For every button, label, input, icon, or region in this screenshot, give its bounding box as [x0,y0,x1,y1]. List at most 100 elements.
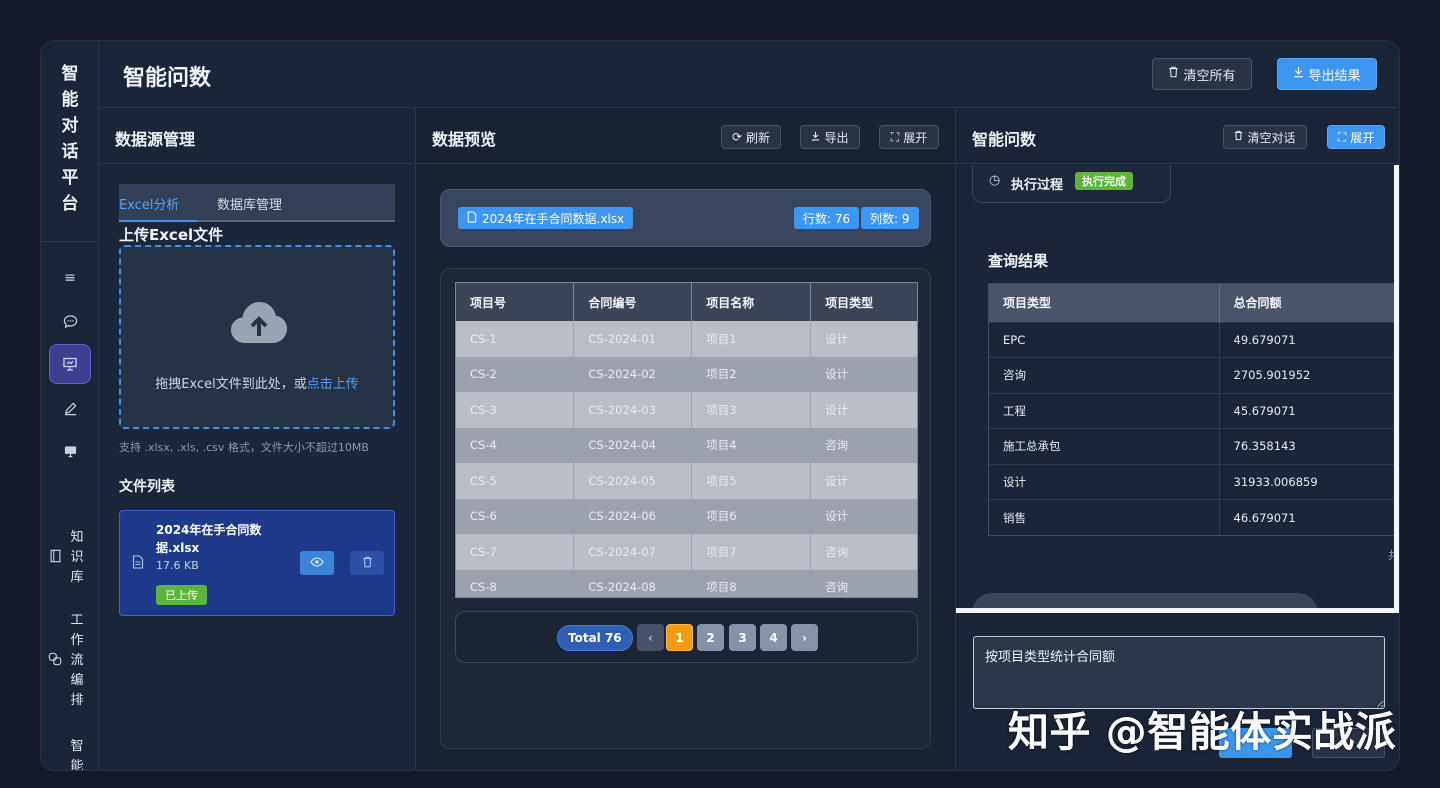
table-row[interactable]: CS-7 CS-2024-07 项目7 咨询 [456,534,917,570]
table-row[interactable]: CS-5 CS-2024-05 项目5 设计 [456,463,917,499]
result-count-text: 共 [1388,549,1399,562]
table-row[interactable]: 咨询 2705.901952 [989,357,1394,393]
column-header[interactable]: 项目类型 [810,283,917,321]
brand-vertical: 智 能 对 话 平 台 [41,61,99,217]
table-row[interactable]: CS-8 CS-2024-08 项目8 咨询 [456,569,917,597]
trash-icon [1234,130,1243,144]
table-row[interactable]: EPC 49.679071 [989,321,1394,358]
preview-table-container: 项目号 合同编号 项目名称 项目类型 CS-1 CS-2024-01 项目1 设计 C… [440,268,931,749]
brand-char: 对 [61,116,79,136]
tab-database[interactable]: 数据库管理 [217,194,282,213]
column-header[interactable]: 项目号 [456,283,575,321]
chat-bubble [972,593,1318,608]
column-header[interactable]: 总合同额 [1219,284,1394,322]
table-header-row: 项目类型 总合同额 [989,284,1394,322]
preview-title: 数据预览 [432,130,497,149]
brand-char: 智 [61,64,79,84]
upload-dropzone[interactable]: 拖拽Excel文件到此处，或点击上传 [119,245,395,429]
page-header: 智能问数 清空所有 导出结果 [99,41,1399,108]
page-button[interactable]: 3 [729,624,756,651]
click-upload-link[interactable]: 点击上传 [307,377,359,392]
page-button-current[interactable]: 1 [666,624,693,651]
preview-panel: 数据预览 ⟳ 刷新 导出 ⛶ 展开 2024年在手合同数据.xlsx 行数: 76 … [416,108,956,770]
result-table: 项目类型 总合同额 EPC 49.679071 咨询 2705.901952 工程 4… [988,283,1394,536]
chat-icon[interactable] [55,306,85,336]
table-row[interactable]: 设计 31933.006859 [989,463,1394,500]
view-file-button[interactable] [300,551,334,575]
delete-file-button[interactable] [350,551,384,575]
nav-knowledge-base[interactable]: 知 识 库 [47,528,95,588]
left-rail: 智 能 对 话 平 台 ≡ 知 识 库 工 作 流 编 排 智 能 [41,41,99,770]
book-icon [47,549,63,567]
watermark: 知乎 @智能体实战派 [1008,708,1397,756]
column-header[interactable]: 合同编号 [573,283,693,321]
download-icon [1293,66,1304,82]
table-row[interactable]: 销售 46.679071 [989,499,1394,535]
refresh-icon: ⟳ [731,130,743,144]
cols-count-chip: 列数: 9 [861,207,919,229]
preview-table: 项目号 合同编号 项目名称 项目类型 CS-1 CS-2024-01 项目1 设计 C… [455,282,918,598]
pagination: Total 76 ‹ 1 2 3 4 › [455,611,918,663]
prev-page-button[interactable]: ‹ [637,624,664,651]
table-row[interactable]: CS-3 CS-2024-03 项目3 设计 [456,392,917,428]
process-status-badge: 执行完成 [1075,172,1133,190]
column-header[interactable]: 项目名称 [691,283,812,321]
qa-panel: 智能问数 清空对话 ⛶ 展开 ◷ 执行过程 执行完成 查询结果 项目类型 总合同… [956,108,1399,770]
document-icon [467,211,477,226]
nav-knowledge-label: 知 识 库 [70,530,84,585]
document-icon [132,555,144,573]
file-chip: 2024年在手合同数据.xlsx [458,207,634,229]
file-name: 2024年在手合同数据.xlsx [156,523,262,555]
clear-chat-button[interactable]: 清空对话 [1223,125,1307,149]
filelist-title: 文件列表 [119,479,175,495]
qa-title: 智能问数 [972,130,1037,149]
file-card[interactable]: 2024年在手合同数据.xlsx 17.6 KB 已上传 [119,510,395,616]
export-result-label: 导出结果 [1308,68,1361,84]
pen-icon[interactable] [55,393,85,423]
next-page-button[interactable]: › [791,624,818,651]
preview-expand-button[interactable]: ⛶ 展开 [879,125,939,149]
brand-char: 话 [61,142,79,162]
menu-icon[interactable]: ≡ [55,263,85,293]
brand-char: 平 [61,168,79,188]
upload-title: 上传Excel文件 [119,226,224,244]
refresh-button[interactable]: ⟳ 刷新 [721,125,781,149]
table-row[interactable]: CS-2 CS-2024-02 项目2 设计 [456,356,917,392]
expand-icon: ⛶ [890,129,900,144]
table-row[interactable]: CS-1 CS-2024-01 项目1 设计 [456,321,917,357]
tab-excel[interactable]: Excel分析 [119,194,179,213]
file-info-bar: 2024年在手合同数据.xlsx 行数: 76 列数: 9 [440,189,931,247]
datasource-header: 数据源管理 [99,108,415,164]
execution-process-card[interactable]: ◷ 执行过程 执行完成 [972,165,1171,203]
table-row[interactable]: CS-4 CS-2024-04 项目4 咨询 [456,427,917,463]
clock-icon: ◷ [989,173,1001,188]
presentation-icon[interactable] [49,344,91,384]
rows-count-chip: 行数: 76 [794,207,860,229]
nav-workflow[interactable]: 工 作 流 编 排 [47,611,95,711]
process-label: 执行过程 [1011,178,1064,193]
app-window: 智 能 对 话 平 台 ≡ 知 识 库 工 作 流 编 排 智 能 智能问数 清… [40,40,1400,771]
table-row[interactable]: 工程 45.679071 [989,392,1394,429]
desktop-icon[interactable] [55,436,85,466]
column-header[interactable]: 项目类型 [989,284,1220,322]
brand-char: 台 [61,194,79,214]
trash-icon [1168,66,1179,82]
datasource-tabs: Excel分析 数据库管理 [119,184,395,222]
clear-all-label: 清空所有 [1183,68,1236,84]
preview-export-button[interactable]: 导出 [800,125,860,149]
clear-all-button[interactable]: 清空所有 [1152,58,1252,90]
table-row[interactable]: 施工总承包 76.358143 [989,428,1394,464]
datasource-panel: 数据源管理 Excel分析 数据库管理 上传Excel文件 拖拽Excel文件到… [99,108,416,770]
nav-smart-label: 智 能 [70,739,84,771]
page-button[interactable]: 2 [697,624,724,651]
drop-text: 拖拽Excel文件到此处，或点击上传 [155,377,359,392]
page-button[interactable]: 4 [760,624,787,651]
upload-hint: 支持 .xlsx, .xls, .csv 格式，文件大小不超过10MB [119,441,369,454]
qa-expand-button[interactable]: ⛶ 展开 [1327,125,1385,149]
rail-divider [41,241,99,242]
chat-area[interactable]: ◷ 执行过程 执行完成 查询结果 项目类型 总合同额 EPC49.679071 [956,165,1399,613]
table-row[interactable]: CS-6 CS-2024-06 项目6 设计 [456,498,917,534]
nav-smart[interactable]: 智 能 [47,737,95,771]
export-result-button[interactable]: 导出结果 [1277,58,1377,90]
upload-status-badge: 已上传 [156,585,207,605]
